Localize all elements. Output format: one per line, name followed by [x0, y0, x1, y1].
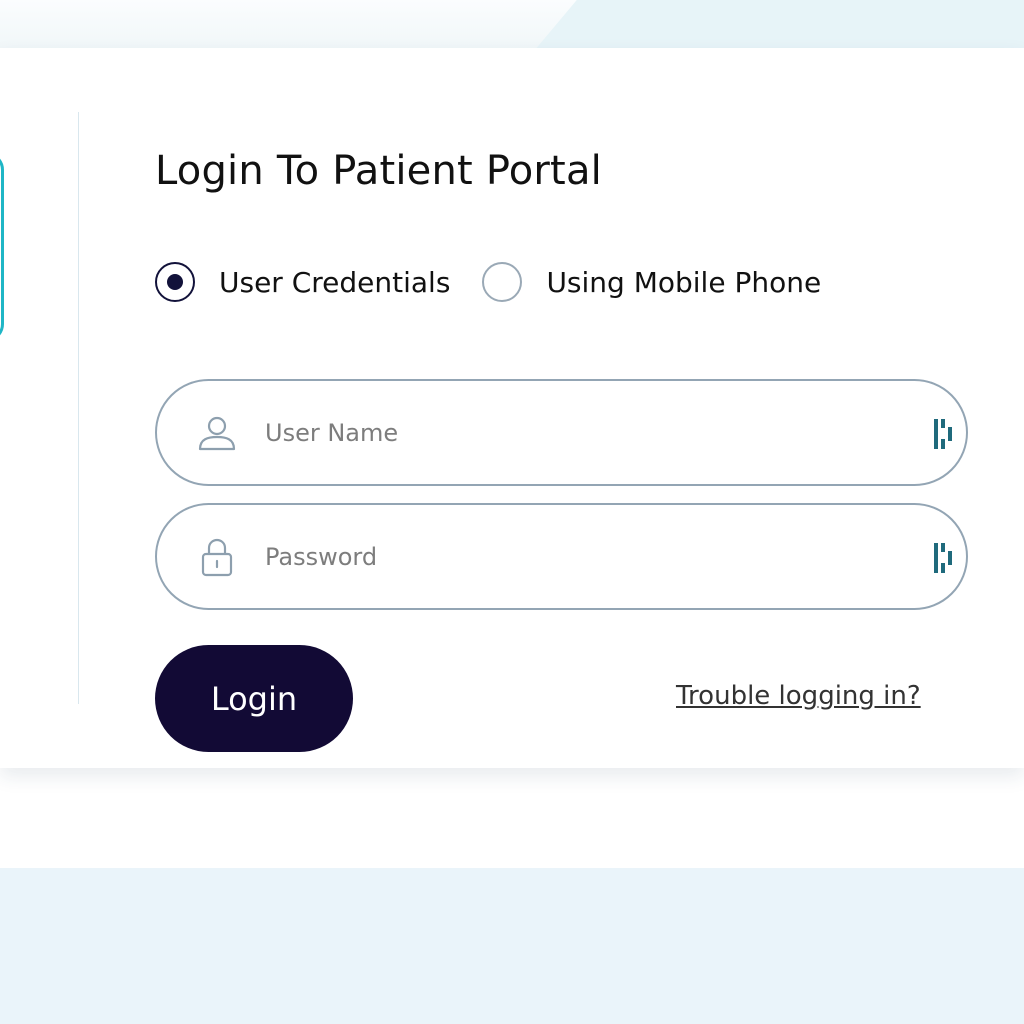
vertical-divider — [78, 112, 79, 704]
radio-mobile-phone[interactable] — [482, 262, 523, 302]
password-field[interactable] — [155, 503, 968, 610]
username-input[interactable] — [265, 409, 905, 457]
login-button[interactable]: Login — [155, 645, 353, 752]
login-method-group: User Credentials Using Mobile Phone — [155, 262, 821, 302]
password-manager-icon[interactable] — [932, 541, 956, 575]
trouble-logging-in-link[interactable]: Trouble logging in? — [676, 681, 921, 711]
lock-icon — [201, 538, 233, 577]
password-input[interactable] — [265, 533, 905, 581]
login-card: Login To Patient Portal User Credentials… — [0, 48, 1024, 768]
username-field[interactable] — [155, 379, 968, 486]
page-title: Login To Patient Portal — [155, 148, 602, 194]
radio-label-user-credentials[interactable]: User Credentials — [219, 266, 450, 299]
bottom-background-band — [0, 868, 1024, 1024]
side-logo-frame — [0, 152, 4, 342]
user-icon — [198, 416, 236, 451]
radio-label-mobile-phone[interactable]: Using Mobile Phone — [546, 266, 821, 299]
radio-user-credentials[interactable] — [155, 262, 195, 302]
top-background-band — [0, 0, 1024, 48]
password-manager-icon[interactable] — [932, 417, 956, 451]
background-shape — [509, 0, 1024, 48]
